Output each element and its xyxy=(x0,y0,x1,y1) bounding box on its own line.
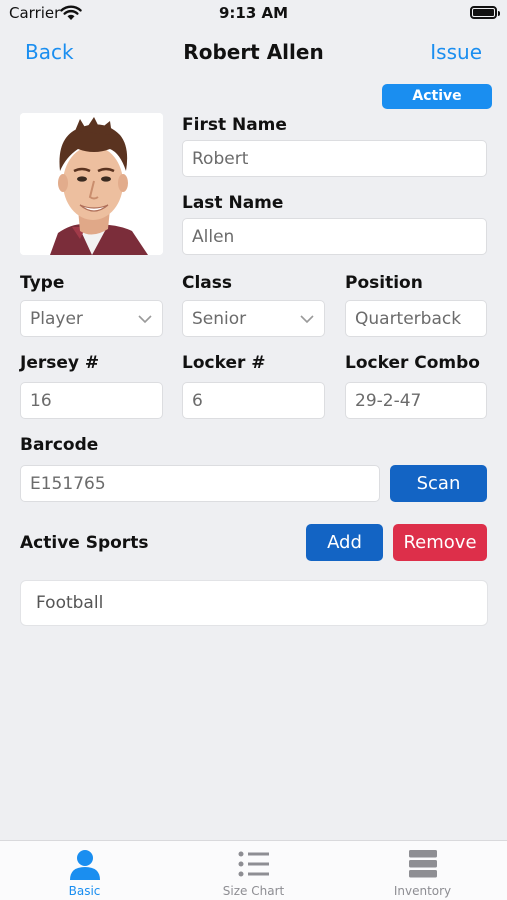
tab-inventory[interactable]: Inventory xyxy=(338,841,507,900)
position-label: Position xyxy=(345,273,423,293)
person-icon xyxy=(69,850,100,880)
jersey-label: Jersey # xyxy=(20,353,100,373)
chevron-down-icon xyxy=(300,314,314,323)
tab-bar: Basic Size Chart Inventory xyxy=(0,840,507,900)
position-field[interactable]: Quarterback xyxy=(345,300,487,337)
type-value: Player xyxy=(30,308,83,329)
class-label: Class xyxy=(182,273,233,293)
tab-basic-label: Basic xyxy=(68,884,101,898)
barcode-label: Barcode xyxy=(20,435,99,455)
tab-inventory-label: Inventory xyxy=(393,884,452,898)
list-item[interactable]: Football xyxy=(20,580,488,626)
first-name-field[interactable]: Robert xyxy=(182,140,487,177)
profile-photo xyxy=(20,113,163,255)
last-name-label: Last Name xyxy=(182,193,284,213)
locker-combo-field[interactable]: 29-2-47 xyxy=(345,382,487,419)
barcode-field[interactable]: E151765 xyxy=(20,465,380,502)
remove-sport-button[interactable]: Remove xyxy=(393,524,487,561)
scan-button[interactable]: Scan xyxy=(390,465,487,502)
tab-basic[interactable]: Basic xyxy=(0,841,169,900)
first-name-label: First Name xyxy=(182,115,287,135)
battery-icon xyxy=(470,6,500,19)
list-icon xyxy=(238,851,269,877)
chevron-down-icon xyxy=(138,314,152,323)
issue-button[interactable]: Issue xyxy=(430,40,482,64)
class-select[interactable]: Senior xyxy=(182,300,325,337)
status-time: 9:13 AM xyxy=(218,4,289,22)
locker-label: Locker # xyxy=(182,353,266,373)
tab-size-chart-label: Size Chart xyxy=(222,884,285,898)
stack-icon xyxy=(408,850,437,878)
status-badge[interactable]: Active xyxy=(382,84,492,109)
type-select[interactable]: Player xyxy=(20,300,163,337)
add-sport-button[interactable]: Add xyxy=(306,524,383,561)
class-value: Senior xyxy=(192,308,247,329)
last-name-field[interactable]: Allen xyxy=(182,218,487,255)
active-sports-label: Active Sports xyxy=(20,533,149,553)
jersey-field[interactable]: 16 xyxy=(20,382,163,419)
type-label: Type xyxy=(20,273,65,293)
avatar[interactable] xyxy=(20,113,163,255)
locker-field[interactable]: 6 xyxy=(182,382,325,419)
locker-combo-label: Locker Combo xyxy=(345,353,480,373)
tab-size-chart[interactable]: Size Chart xyxy=(169,841,338,900)
sport-item-label: Football xyxy=(36,593,104,613)
